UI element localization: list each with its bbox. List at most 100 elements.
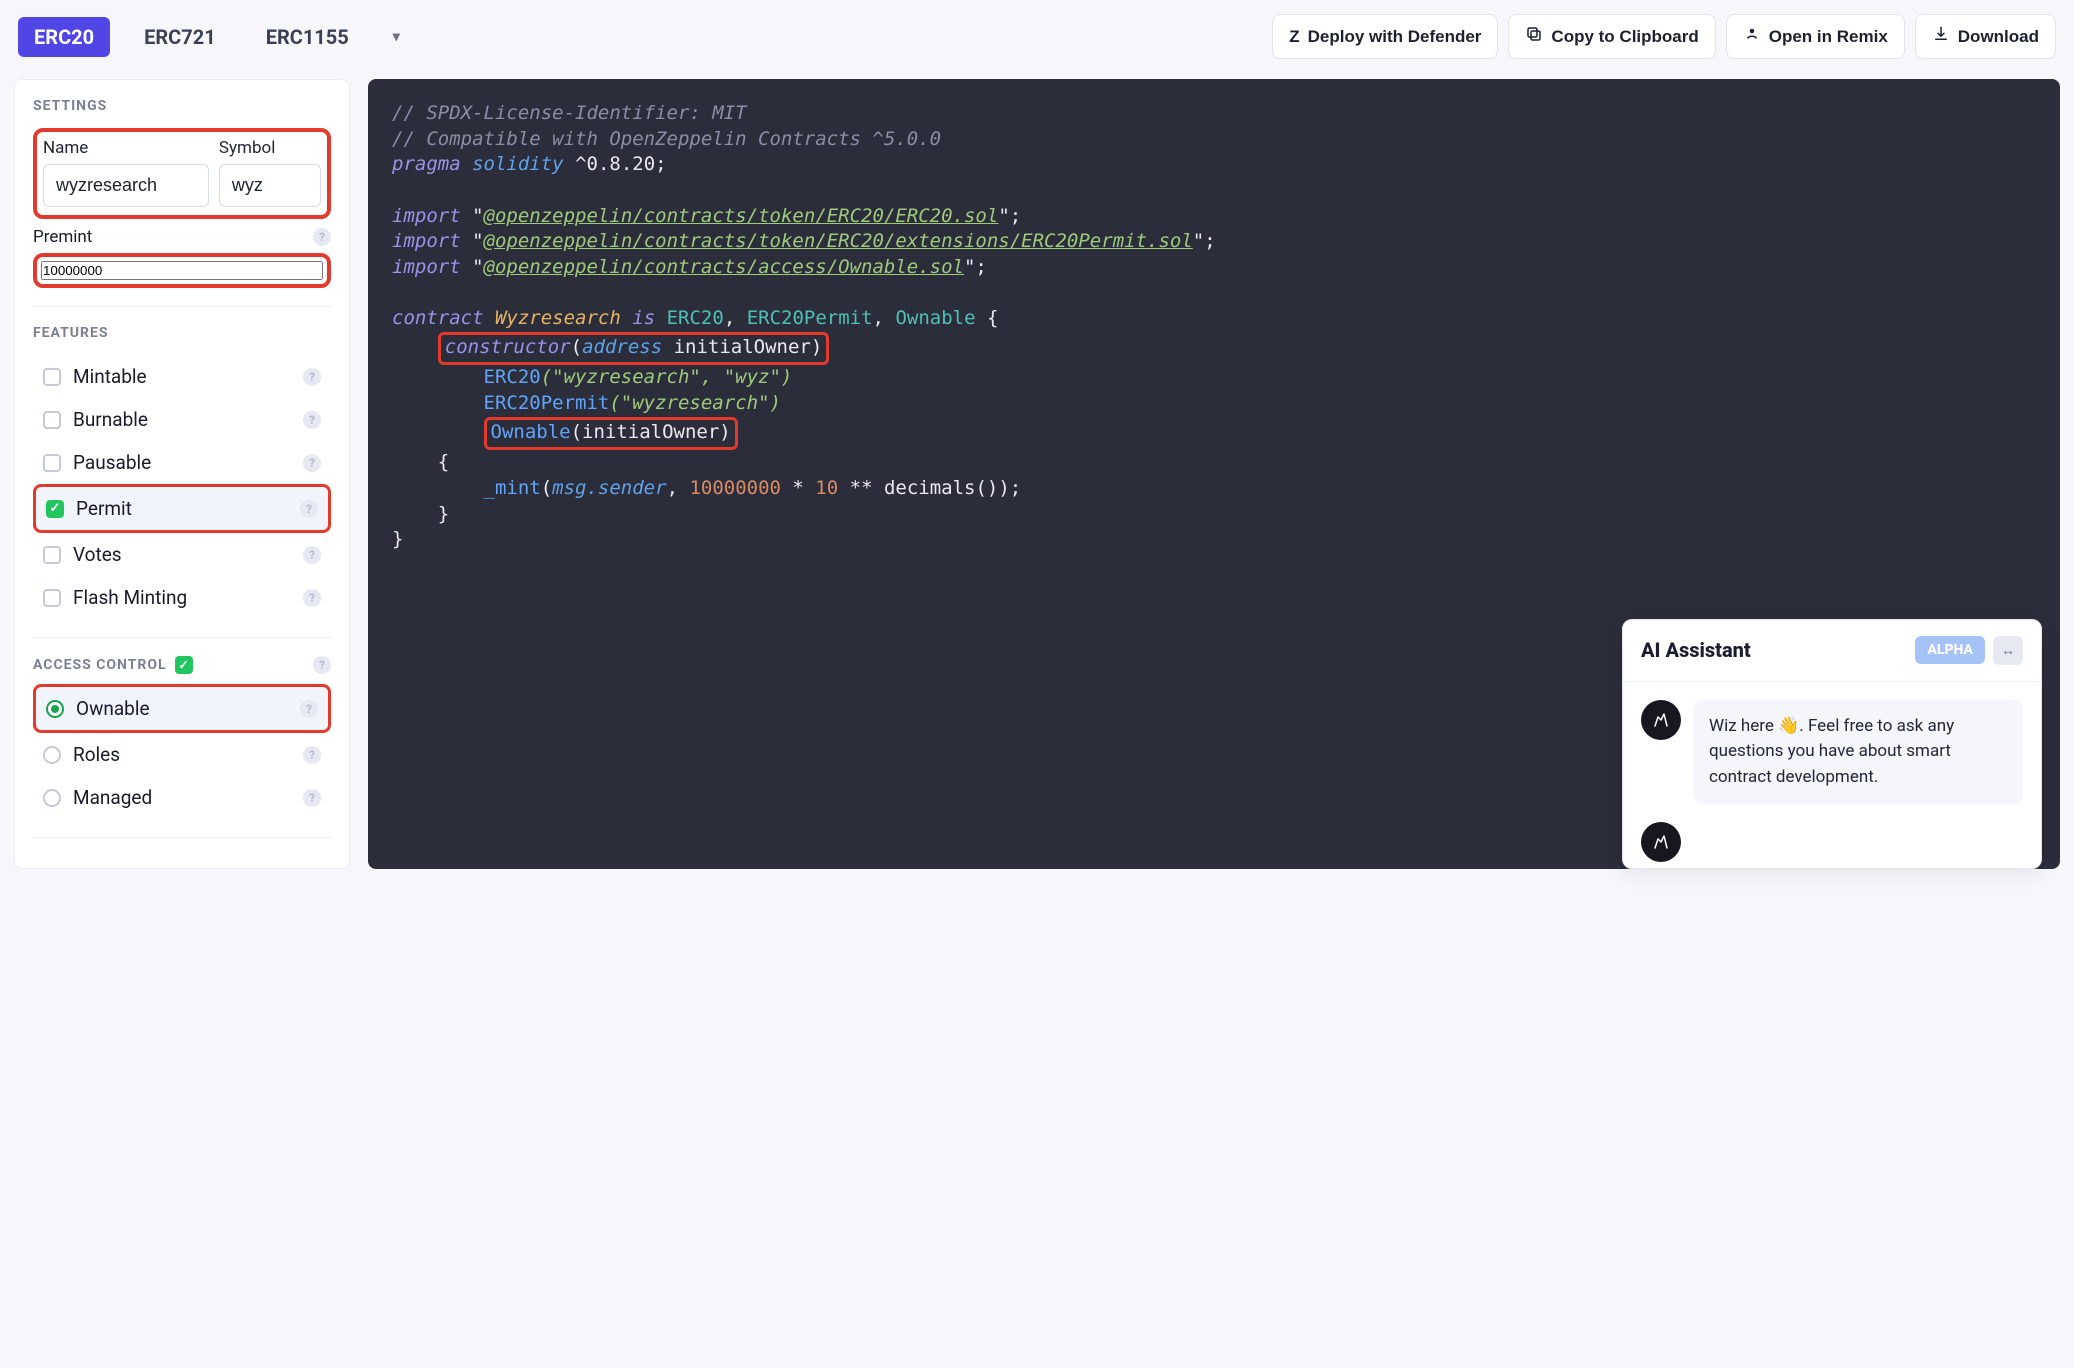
feature-mintable[interactable]: Mintable ? — [33, 355, 331, 398]
checkbox-icon — [43, 368, 61, 386]
copy-to-clipboard-button[interactable]: Copy to Clipboard — [1508, 14, 1715, 59]
radio-icon — [43, 746, 61, 764]
access-managed[interactable]: Managed ? — [33, 776, 331, 819]
help-icon[interactable]: ? — [313, 228, 331, 246]
radio-checked-icon — [46, 700, 64, 718]
code-comment: // Compatible with OpenZeppelin Contract… — [392, 128, 941, 150]
help-icon[interactable]: ? — [303, 411, 321, 429]
settings-title: SETTINGS — [33, 98, 331, 114]
premint-highlight — [33, 253, 331, 288]
token-type-tabs: ERC20 ERC721 ERC1155 ▾ — [18, 17, 410, 57]
tabs-more-dropdown[interactable]: ▾ — [383, 21, 410, 53]
code-keyword: import — [392, 230, 461, 252]
constructor-highlight: constructor(address initialOwner) — [438, 332, 830, 366]
feature-burnable[interactable]: Burnable ? — [33, 398, 331, 441]
symbol-input[interactable] — [219, 164, 321, 207]
copy-icon — [1525, 25, 1543, 48]
code-number: 10000000 — [689, 477, 781, 499]
checkbox-icon — [43, 411, 61, 429]
code-keyword: pragma — [392, 153, 461, 175]
chevron-down-icon: ▾ — [393, 29, 400, 45]
help-icon[interactable]: ? — [303, 368, 321, 386]
code-contract-name: Wyzresearch — [495, 307, 621, 329]
access-label: Managed — [73, 786, 152, 809]
code-args: ("wyzresearch") — [609, 392, 781, 414]
help-icon[interactable]: ? — [300, 500, 318, 518]
feature-permit[interactable]: Permit ? — [33, 484, 331, 533]
deploy-label: Deploy with Defender — [1308, 27, 1482, 47]
feature-label: Burnable — [73, 408, 148, 431]
tab-erc1155[interactable]: ERC1155 — [250, 17, 365, 57]
name-label: Name — [43, 138, 209, 158]
access-control-title: ACCESS CONTROL — [33, 657, 167, 673]
access-roles[interactable]: Roles ? — [33, 733, 331, 776]
code-expr: msg.sender — [552, 477, 666, 499]
download-icon — [1932, 25, 1950, 48]
open-in-remix-button[interactable]: Open in Remix — [1726, 14, 1905, 59]
radio-icon — [43, 789, 61, 807]
download-label: Download — [1958, 27, 2039, 47]
deploy-with-defender-button[interactable]: Z Deploy with Defender — [1272, 14, 1498, 59]
feature-label: Pausable — [73, 451, 151, 474]
code-import-path: @openzeppelin/contracts/access/Ownable.s… — [484, 256, 964, 278]
settings-sidebar: SETTINGS Name Symbol Premint ? — [14, 79, 350, 869]
code-keyword: address — [582, 336, 662, 358]
ai-assistant-title: AI Assistant — [1641, 638, 1751, 662]
code-base: ERC20 — [667, 307, 724, 329]
code-fn: ERC20 — [484, 366, 541, 388]
ai-avatar-icon — [1641, 822, 1681, 862]
name-input[interactable] — [43, 164, 209, 207]
expand-icon[interactable]: ↔ — [1993, 636, 2023, 665]
remix-icon — [1743, 25, 1761, 48]
code-import-path: @openzeppelin/contracts/token/ERC20/ERC2… — [484, 205, 999, 227]
name-symbol-highlight: Name Symbol — [33, 128, 331, 219]
ai-assistant-panel: AI Assistant ALPHA ↔ Wiz here 👋. Feel fr… — [1622, 619, 2042, 870]
checkbox-icon — [43, 454, 61, 472]
alpha-badge: ALPHA — [1915, 636, 1985, 664]
code-base: Ownable — [895, 307, 975, 329]
ownable-highlight: Ownable(initialOwner) — [484, 417, 738, 451]
feature-pausable[interactable]: Pausable ? — [33, 441, 331, 484]
feature-label: Mintable — [73, 365, 147, 388]
help-icon[interactable]: ? — [303, 746, 321, 764]
feature-votes[interactable]: Votes ? — [33, 533, 331, 576]
download-button[interactable]: Download — [1915, 14, 2056, 59]
remix-label: Open in Remix — [1769, 27, 1888, 47]
help-icon[interactable]: ? — [313, 656, 331, 674]
code-fn: _mint — [484, 477, 541, 499]
feature-flash-minting[interactable]: Flash Minting ? — [33, 576, 331, 619]
copy-label: Copy to Clipboard — [1551, 27, 1698, 47]
defender-icon: Z — [1289, 27, 1299, 47]
code-base: ERC20Permit — [747, 307, 873, 329]
premint-input[interactable] — [41, 261, 323, 280]
code-keyword: is — [632, 307, 655, 329]
help-icon[interactable]: ? — [300, 700, 318, 718]
code-call: decimals() — [884, 477, 998, 499]
code-fn: ERC20Permit — [484, 392, 610, 414]
access-ownable[interactable]: Ownable ? — [33, 684, 331, 733]
tab-erc20[interactable]: ERC20 — [18, 17, 110, 57]
code-number: 10 — [815, 477, 838, 499]
premint-label: Premint — [33, 227, 92, 247]
help-icon[interactable]: ? — [303, 546, 321, 564]
checkbox-icon — [43, 589, 61, 607]
symbol-label: Symbol — [219, 138, 321, 158]
features-title: FEATURES — [33, 325, 331, 341]
code-param: initialOwner — [674, 336, 811, 358]
code-keyword: constructor — [445, 336, 571, 358]
ai-avatar-icon — [1641, 700, 1681, 740]
help-icon[interactable]: ? — [303, 589, 321, 607]
checkbox-icon — [43, 546, 61, 564]
checkbox-checked-icon[interactable]: ✓ — [175, 656, 193, 674]
feature-label: Permit — [76, 497, 132, 520]
help-icon[interactable]: ? — [303, 454, 321, 472]
help-icon[interactable]: ? — [303, 789, 321, 807]
code-keyword: import — [392, 205, 461, 227]
code-keyword: solidity — [472, 153, 564, 175]
code-args: ("wyzresearch", "wyz") — [541, 366, 793, 388]
checkbox-checked-icon — [46, 500, 64, 518]
code-import-path: @openzeppelin/contracts/token/ERC20/exte… — [484, 230, 1193, 252]
tab-erc721[interactable]: ERC721 — [128, 17, 232, 57]
code-comment: // SPDX-License-Identifier: MIT — [392, 102, 747, 124]
code-keyword: contract — [392, 307, 484, 329]
